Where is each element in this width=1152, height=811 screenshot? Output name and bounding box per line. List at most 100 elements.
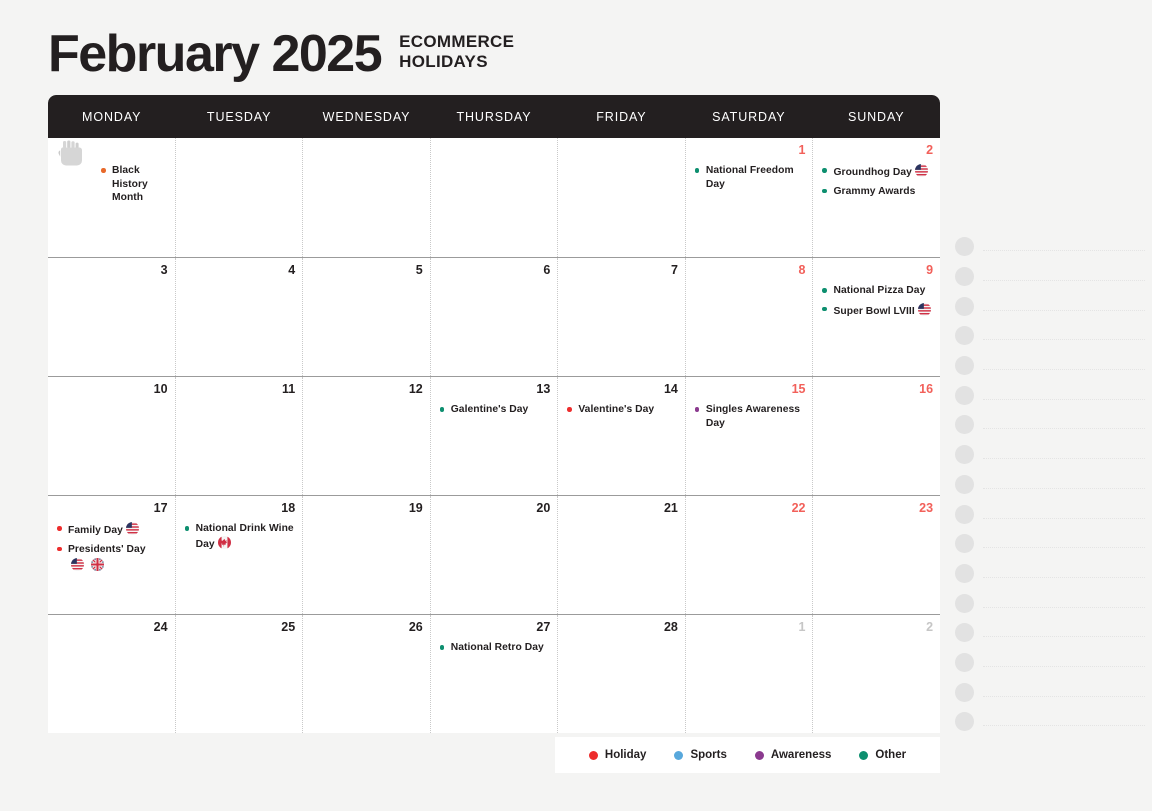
note-row[interactable] bbox=[955, 648, 1145, 678]
day-events: Singles Awareness Day bbox=[694, 403, 806, 430]
calendar-event[interactable]: Family Day bbox=[57, 522, 168, 538]
calendar-page: February 2025 ECOMMERCE HOLIDAYS MONDAY T… bbox=[0, 0, 1152, 811]
day-header-sunday: SUNDAY bbox=[847, 109, 905, 124]
note-writing-line bbox=[983, 665, 1145, 667]
note-writing-line bbox=[983, 487, 1145, 489]
calendar-event[interactable]: Presidents' Day bbox=[57, 543, 168, 574]
note-row[interactable] bbox=[955, 677, 1145, 707]
note-row[interactable] bbox=[955, 440, 1145, 470]
day-number: 27 bbox=[536, 620, 551, 634]
note-row[interactable] bbox=[955, 262, 1145, 292]
legend-dot-holiday bbox=[588, 750, 598, 760]
calendar-day-cell[interactable]: 11 bbox=[174, 377, 303, 495]
calendar-day-cell[interactable]: 21 bbox=[557, 496, 685, 614]
calendar-day-cell[interactable] bbox=[302, 138, 430, 257]
calendar-day-cell[interactable]: 25 bbox=[174, 615, 303, 733]
note-row[interactable] bbox=[955, 351, 1145, 381]
calendar-day-cell[interactable]: 16 bbox=[812, 377, 940, 495]
note-row[interactable] bbox=[955, 291, 1145, 321]
calendar-day-cell[interactable]: 19 bbox=[302, 496, 430, 614]
note-row[interactable] bbox=[955, 499, 1145, 529]
calendar-event[interactable]: National Retro Day bbox=[439, 641, 551, 655]
note-row[interactable] bbox=[955, 232, 1145, 262]
calendar-day-cell[interactable]: 28 bbox=[557, 615, 685, 733]
day-number: 22 bbox=[791, 501, 806, 515]
note-bullet-icon bbox=[955, 445, 974, 465]
calendar-day-cell[interactable] bbox=[174, 138, 303, 257]
calendar-day-cell[interactable]: 27 National Retro Day bbox=[429, 615, 558, 733]
calendar-day-cell[interactable]: 5 bbox=[302, 258, 430, 376]
calendar-day-cell[interactable]: Black History Month bbox=[48, 138, 175, 257]
note-writing-line bbox=[983, 576, 1145, 578]
legend-item-holiday[interactable]: Holiday bbox=[588, 749, 646, 761]
note-writing-line bbox=[983, 547, 1145, 549]
day-number: 2 bbox=[926, 143, 934, 157]
calendar-day-cell[interactable]: 22 bbox=[684, 496, 813, 614]
note-row[interactable] bbox=[955, 529, 1145, 559]
calendar-day-cell[interactable]: 26 bbox=[302, 615, 430, 733]
calendar-day-cell[interactable]: 7 bbox=[557, 258, 685, 376]
calendar-event[interactable]: Galentine's Day bbox=[439, 403, 551, 417]
note-row[interactable] bbox=[955, 470, 1145, 500]
calendar-day-cell[interactable]: 4 bbox=[174, 258, 303, 376]
calendar-event[interactable]: National Drink Wine Day bbox=[184, 522, 296, 551]
calendar-event[interactable]: Grammy Awards bbox=[822, 185, 933, 199]
event-category-dot bbox=[694, 168, 700, 173]
calendar-day-cell[interactable]: 14 Valentine's Day bbox=[557, 377, 685, 495]
calendar-day-cell[interactable]: 15 Singles Awareness Day bbox=[684, 377, 813, 495]
event-category-dot bbox=[822, 168, 827, 173]
day-number: 25 bbox=[281, 620, 296, 634]
legend-item-awareness[interactable]: Awareness bbox=[754, 749, 831, 761]
calendar-event[interactable]: Singles Awareness Day bbox=[694, 403, 806, 430]
note-writing-line bbox=[983, 725, 1145, 727]
calendar-day-cell[interactable]: 1 National Freedom Day bbox=[684, 138, 813, 257]
note-row[interactable] bbox=[955, 380, 1145, 410]
subtitle-line-1: ECOMMERCE bbox=[399, 31, 515, 51]
calendar-event[interactable]: Groundhog Day bbox=[822, 164, 933, 180]
day-number: 12 bbox=[408, 382, 423, 396]
calendar-day-cell[interactable]: 8 bbox=[684, 258, 813, 376]
calendar-day-cell[interactable]: 12 bbox=[302, 377, 430, 495]
raised-fist-icon bbox=[58, 140, 84, 170]
calendar-day-cell[interactable]: 18 National Drink Wine Day bbox=[174, 496, 303, 614]
calendar-day-cell[interactable]: 10 bbox=[48, 377, 175, 495]
note-row[interactable] bbox=[955, 618, 1145, 648]
calendar-day-cell[interactable]: 2 bbox=[812, 615, 940, 733]
calendar-day-cell[interactable] bbox=[429, 138, 558, 257]
calendar-day-cell[interactable] bbox=[557, 138, 685, 257]
legend-item-other[interactable]: Other bbox=[859, 749, 906, 761]
calendar-day-cell[interactable]: 24 bbox=[48, 615, 175, 733]
calendar-day-cell[interactable]: 9 National Pizza Day Super Bowl LVIII bbox=[812, 258, 940, 376]
event-label: Presidents' Day bbox=[68, 543, 146, 555]
calendar-event[interactable]: Valentine's Day bbox=[567, 403, 678, 417]
legend-item-sports[interactable]: Sports bbox=[674, 749, 727, 761]
note-row[interactable] bbox=[955, 707, 1145, 737]
calendar-week-row: Black History Month 1 National Freedom Day… bbox=[48, 138, 940, 257]
calendar-day-cell[interactable]: 1 bbox=[684, 615, 813, 733]
note-row[interactable] bbox=[955, 588, 1145, 618]
calendar-week-row: 3 4 5 6 7 8 9 National Pizza Day Super Bowl LVII… bbox=[48, 257, 940, 376]
note-row[interactable] bbox=[955, 321, 1145, 351]
note-row[interactable] bbox=[955, 559, 1145, 589]
event-label: Groundhog Day bbox=[833, 167, 912, 178]
calendar-event[interactable]: Super Bowl LVIII bbox=[822, 302, 933, 319]
note-writing-line bbox=[983, 517, 1145, 519]
calendar-day-cell[interactable]: 23 bbox=[812, 496, 940, 614]
calendar-day-cell[interactable]: 6 bbox=[429, 258, 558, 376]
calendar-event[interactable]: National Pizza Day bbox=[822, 284, 933, 298]
event-category-dot bbox=[822, 306, 827, 312]
day-events: Groundhog Day Grammy Awards bbox=[822, 164, 933, 198]
calendar-event[interactable]: National Freedom Day bbox=[694, 164, 806, 191]
day-header-monday: MONDAY bbox=[82, 109, 142, 124]
calendar-event[interactable]: Black History Month bbox=[101, 164, 168, 205]
calendar-day-cell[interactable]: 17 Family Day Presidents' Day bbox=[48, 496, 175, 614]
calendar-day-cell[interactable]: 3 bbox=[48, 258, 175, 376]
note-row[interactable] bbox=[955, 410, 1145, 440]
subtitle-block: ECOMMERCE HOLIDAYS bbox=[399, 32, 514, 80]
event-label: National Pizza Day bbox=[833, 285, 926, 296]
event-label: Grammy Awards bbox=[833, 185, 916, 197]
calendar-day-cell[interactable]: 13 Galentine's Day bbox=[429, 377, 558, 495]
day-number: 21 bbox=[663, 501, 678, 515]
calendar-day-cell[interactable]: 20 bbox=[429, 496, 558, 614]
calendar-day-cell[interactable]: 2 Groundhog Day Grammy Awards bbox=[812, 138, 940, 257]
